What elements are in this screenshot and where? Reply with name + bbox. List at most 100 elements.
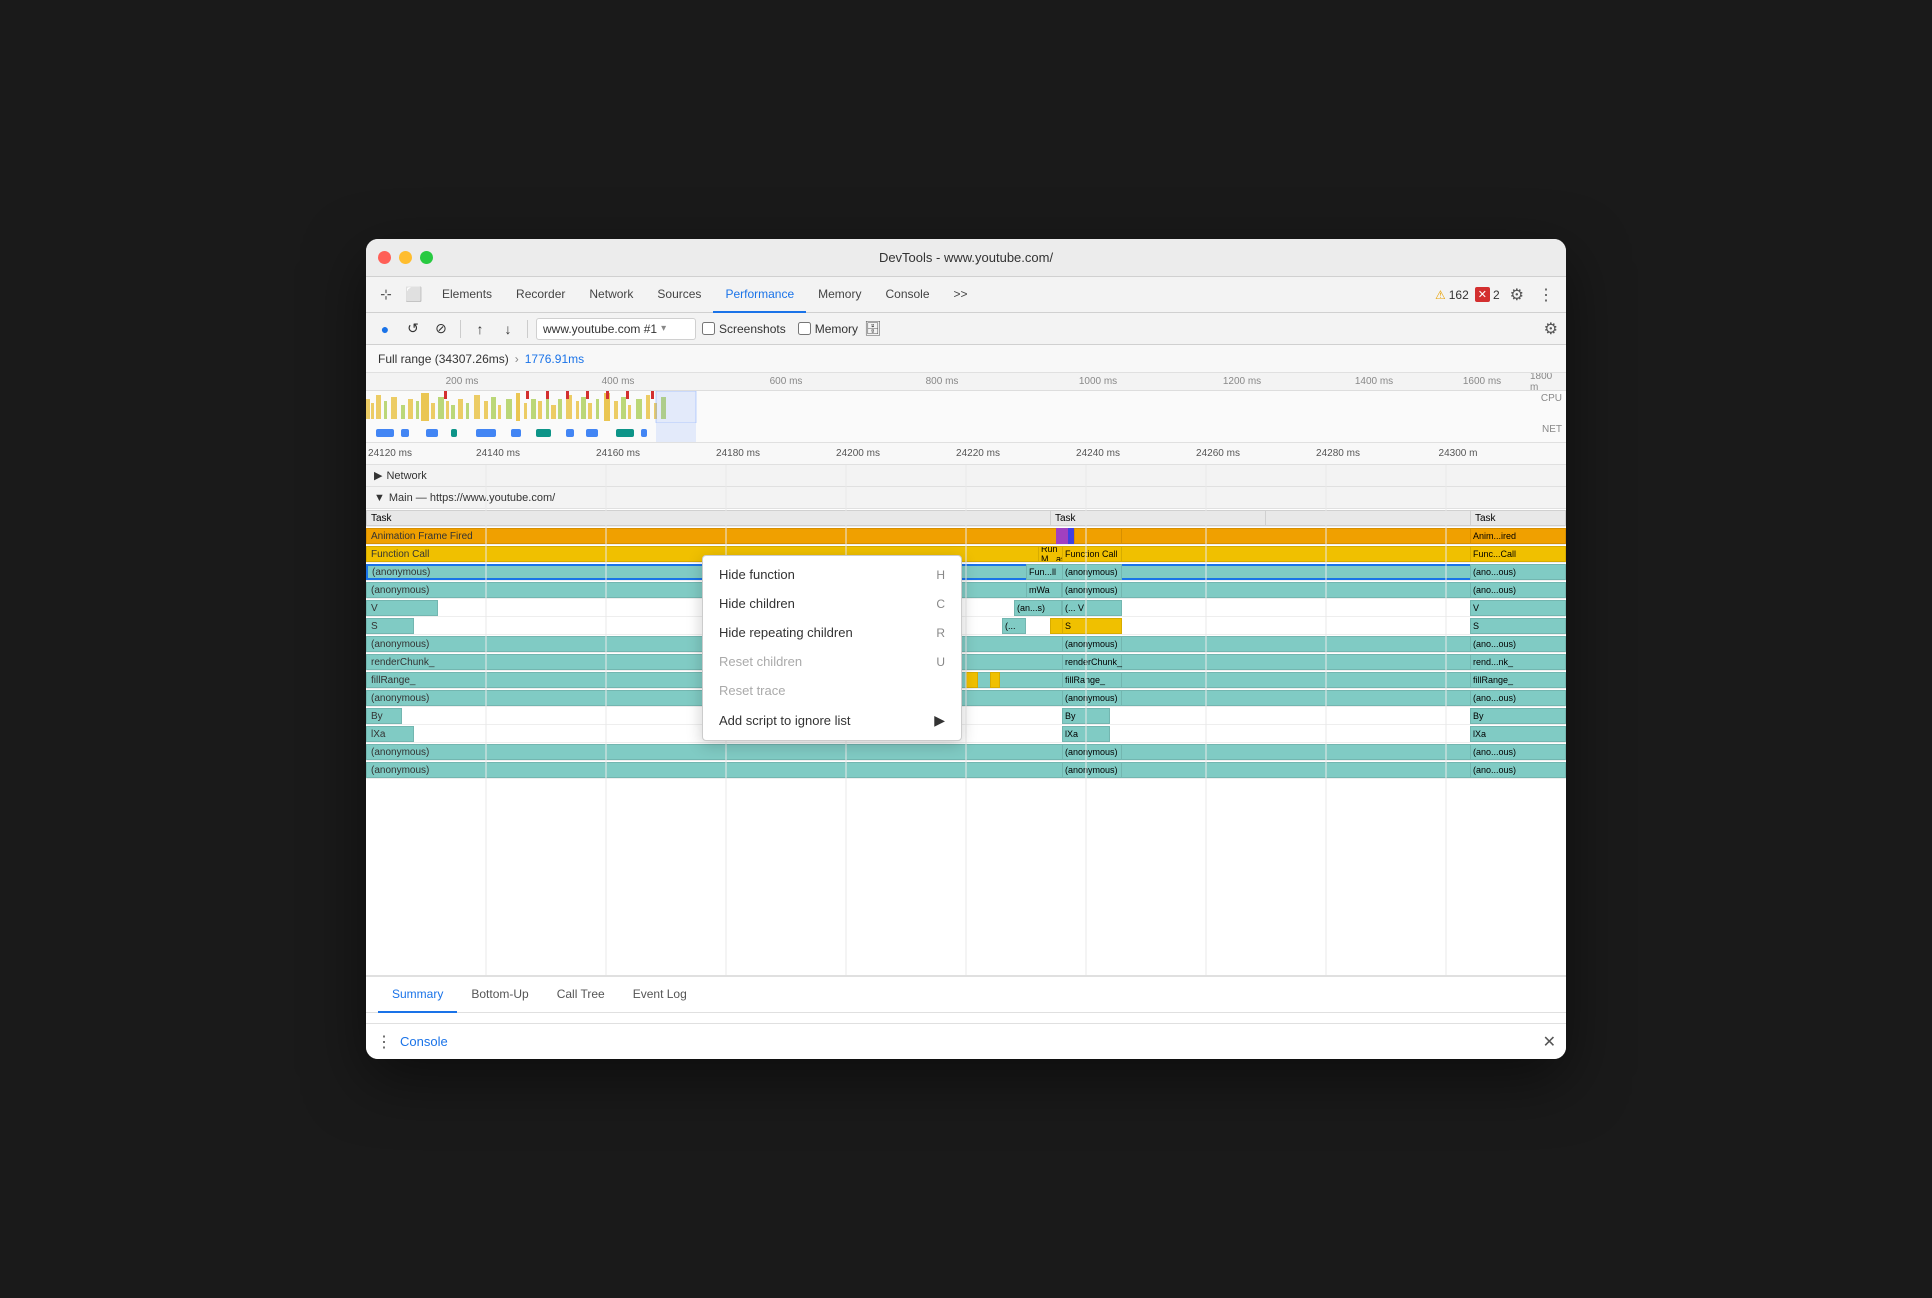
fill-mid[interactable]: fillRange_ bbox=[1062, 672, 1122, 688]
tab-more[interactable]: >> bbox=[942, 277, 980, 313]
s-block-left[interactable]: S bbox=[366, 618, 414, 634]
ctx-hide-children[interactable]: Hide children C bbox=[703, 589, 961, 618]
task-block-right[interactable]: Task bbox=[1470, 510, 1566, 526]
render-mid[interactable]: renderChunk_ bbox=[1062, 654, 1122, 670]
toolbar-settings-icon[interactable]: ⚙ bbox=[1544, 319, 1558, 339]
selected-range: 1776.91ms bbox=[525, 352, 584, 366]
anon-right-3[interactable]: (ano...ous) bbox=[1470, 690, 1566, 706]
tab-bottom-up[interactable]: Bottom-Up bbox=[457, 977, 542, 1013]
device-icon[interactable]: ⬜ bbox=[402, 283, 426, 307]
main-arrow-icon: ▼ bbox=[374, 492, 385, 504]
ctx-hide-repeating[interactable]: Hide repeating children R bbox=[703, 618, 961, 647]
s-mid[interactable]: (... bbox=[1002, 618, 1026, 634]
anon-mid-4[interactable]: (anonymous) bbox=[1062, 744, 1122, 760]
tab-performance[interactable]: Performance bbox=[713, 277, 806, 313]
warn-badge[interactable]: ⚠ 162 bbox=[1435, 288, 1469, 302]
lxa-block-left[interactable]: lXa bbox=[366, 726, 414, 742]
by-mid[interactable]: By bbox=[1062, 708, 1110, 724]
cursor-icon: ▶ bbox=[934, 712, 945, 729]
screenshots-checkbox[interactable]: Screenshots bbox=[702, 322, 786, 336]
anim-block-left[interactable]: Animation Frame Fired bbox=[366, 528, 1509, 544]
anon-right-2[interactable]: (ano...ous) bbox=[1470, 636, 1566, 652]
refresh-button[interactable]: ↺ bbox=[402, 318, 424, 340]
detail-tick-0: 24120 ms bbox=[368, 448, 412, 459]
ruler-tick-1800: 1800 m bbox=[1530, 373, 1554, 393]
func-block-mid[interactable]: Function Call bbox=[1062, 546, 1122, 562]
s-block-mid[interactable]: S bbox=[1062, 618, 1122, 634]
v-mid-ans[interactable]: (an...s) bbox=[1014, 600, 1062, 616]
console-label[interactable]: Console bbox=[400, 1034, 448, 1049]
memory-checkbox[interactable]: Memory bbox=[798, 322, 858, 336]
warn-count: 162 bbox=[1449, 288, 1469, 302]
lxa-mid[interactable]: lXa bbox=[1062, 726, 1110, 742]
timeline-overview[interactable]: 200 ms 400 ms 600 ms 800 ms 1000 ms 1200… bbox=[366, 373, 1566, 443]
more-icon[interactable]: ⋮ bbox=[1534, 285, 1558, 305]
maximize-button[interactable] bbox=[420, 251, 433, 264]
ruler-tick-200: 200 ms bbox=[446, 376, 479, 387]
err-badge[interactable]: ✕ 2 bbox=[1475, 287, 1500, 302]
title-bar: DevTools - www.youtube.com/ bbox=[366, 239, 1566, 277]
tab-sources[interactable]: Sources bbox=[645, 277, 713, 313]
anon-block-right-0[interactable]: (ano...ous) bbox=[1470, 564, 1566, 580]
fill-right[interactable]: fillRange_ bbox=[1470, 672, 1566, 688]
ctx-add-ignore-label: Add script to ignore list bbox=[719, 713, 851, 728]
anon-block-5[interactable]: (anonymous) bbox=[366, 762, 1509, 778]
anon-right-1[interactable]: (ano...ous) bbox=[1470, 582, 1566, 598]
cursor-icon[interactable]: ⊹ bbox=[374, 283, 398, 307]
v-right[interactable]: V bbox=[1470, 600, 1566, 616]
s-right[interactable]: S bbox=[1470, 618, 1566, 634]
anon-block-mid[interactable]: (anonymous) bbox=[1062, 564, 1122, 580]
ctx-hide-children-shortcut: C bbox=[936, 597, 945, 611]
lxa-right[interactable]: lXa bbox=[1470, 726, 1566, 742]
func-block-right[interactable]: Func...Call bbox=[1470, 546, 1566, 562]
task-block-mid[interactable]: Task bbox=[1050, 510, 1266, 526]
anim-block-right[interactable]: Anim...ired bbox=[1470, 528, 1566, 544]
storage-icon[interactable]: 🗄 bbox=[864, 320, 882, 337]
upload-button[interactable]: ↑ bbox=[469, 318, 491, 340]
network-section-header[interactable]: ▶ Network bbox=[366, 465, 1566, 487]
flame-rows: ▶ Network ▼ Main — https://www.youtube.c… bbox=[366, 465, 1566, 975]
ctx-hide-function[interactable]: Hide function H bbox=[703, 560, 961, 589]
tab-summary[interactable]: Summary bbox=[378, 977, 457, 1013]
tab-event-log[interactable]: Event Log bbox=[619, 977, 701, 1013]
anon-mid-1[interactable]: (anonymous) bbox=[1062, 582, 1122, 598]
anon-mid-mwa[interactable]: mWa bbox=[1026, 582, 1062, 598]
ctx-add-ignore[interactable]: Add script to ignore list ▶ bbox=[703, 705, 961, 736]
anon-right-4[interactable]: (ano...ous) bbox=[1470, 744, 1566, 760]
fill-yellow-2[interactable] bbox=[990, 672, 1000, 688]
anon-mid-5[interactable]: (anonymous) bbox=[1062, 762, 1122, 778]
anon-mid-3[interactable]: (anonymous) bbox=[1062, 690, 1122, 706]
close-button[interactable] bbox=[378, 251, 391, 264]
record-button[interactable]: ● bbox=[374, 318, 396, 340]
console-close-icon[interactable]: ✕ bbox=[1543, 1032, 1556, 1052]
url-select[interactable]: www.youtube.com #1 ▾ bbox=[536, 318, 696, 340]
tab-console[interactable]: Console bbox=[873, 277, 941, 313]
checkbox-group: Screenshots Memory bbox=[702, 322, 858, 336]
task-block-left[interactable]: Task bbox=[366, 510, 1509, 526]
clear-button[interactable]: ⊘ bbox=[430, 318, 452, 340]
anon-block-4[interactable]: (anonymous) bbox=[366, 744, 1509, 760]
tab-recorder[interactable]: Recorder bbox=[504, 277, 577, 313]
by-block-left[interactable]: By bbox=[366, 708, 402, 724]
tab-call-tree[interactable]: Call Tree bbox=[543, 977, 619, 1013]
settings-icon[interactable]: ⚙ bbox=[1506, 285, 1528, 305]
fill-yellow-1[interactable] bbox=[966, 672, 978, 688]
anon-mid-2[interactable]: (anonymous) bbox=[1062, 636, 1122, 652]
download-button[interactable]: ↓ bbox=[497, 318, 519, 340]
anim-block-mid[interactable] bbox=[1074, 528, 1122, 544]
tab-network[interactable]: Network bbox=[577, 277, 645, 313]
detail-tick-9: 24300 m bbox=[1439, 448, 1478, 459]
v-mid-2[interactable]: (... V bbox=[1062, 600, 1122, 616]
minimize-button[interactable] bbox=[399, 251, 412, 264]
tab-elements[interactable]: Elements bbox=[430, 277, 504, 313]
v-block-left[interactable]: V bbox=[366, 600, 438, 616]
render-right[interactable]: rend...nk_ bbox=[1470, 654, 1566, 670]
tab-memory[interactable]: Memory bbox=[806, 277, 873, 313]
main-section-header[interactable]: ▼ Main — https://www.youtube.com/ bbox=[366, 487, 1566, 509]
console-menu-icon[interactable]: ⋮ bbox=[376, 1032, 392, 1052]
traffic-lights bbox=[378, 251, 433, 264]
tab-icons: ⊹ ⬜ bbox=[374, 283, 426, 307]
anon-right-5[interactable]: (ano...ous) bbox=[1470, 762, 1566, 778]
by-right[interactable]: By bbox=[1470, 708, 1566, 724]
purple-block[interactable] bbox=[1056, 528, 1068, 544]
